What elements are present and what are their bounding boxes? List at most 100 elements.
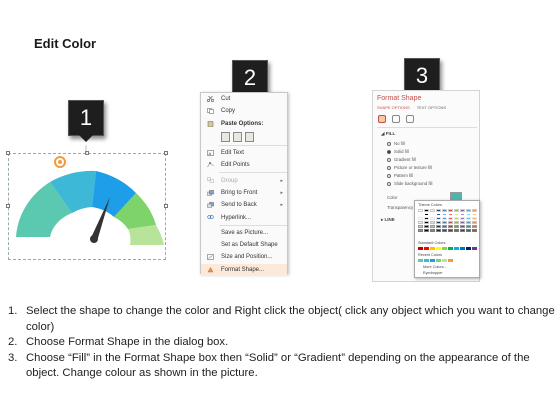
color-swatch[interactable] — [448, 225, 453, 228]
color-swatch[interactable] — [448, 229, 453, 232]
menu-item-edit-text[interactable]: A Edit Text — [201, 147, 287, 159]
radio-pattern-fill[interactable]: Pattern fill — [387, 173, 413, 178]
color-swatch[interactable] — [460, 225, 465, 228]
menu-item-set-default-shape[interactable]: Set as Default Shape — [201, 239, 287, 251]
color-swatch[interactable] — [454, 229, 459, 232]
menu-item-group[interactable]: Group ▸ — [201, 174, 287, 186]
color-swatch[interactable] — [436, 225, 441, 228]
radio-button-selected[interactable] — [387, 149, 391, 154]
color-swatch[interactable] — [430, 225, 435, 228]
fill-color-button[interactable] — [450, 192, 462, 200]
color-swatch[interactable] — [460, 213, 465, 216]
color-swatch[interactable] — [454, 213, 459, 216]
color-swatch[interactable] — [466, 225, 471, 228]
color-swatch[interactable] — [418, 247, 423, 250]
size-properties-icon[interactable] — [406, 115, 414, 123]
menu-item-format-shape[interactable]: Format Shape... — [201, 263, 287, 276]
color-swatch[interactable] — [466, 229, 471, 232]
color-swatch[interactable] — [472, 213, 477, 216]
color-swatch[interactable] — [466, 209, 471, 212]
color-swatch[interactable] — [472, 209, 477, 212]
color-swatch[interactable] — [472, 217, 477, 220]
color-swatch[interactable] — [418, 229, 423, 232]
color-swatch[interactable] — [448, 217, 453, 220]
color-swatch[interactable] — [424, 229, 429, 232]
color-swatch[interactable] — [424, 247, 429, 250]
color-swatch[interactable] — [472, 221, 477, 224]
paste-option-icon[interactable] — [245, 131, 254, 142]
menu-item-size-position[interactable]: Size and Position... — [201, 251, 287, 263]
radio-picture-fill[interactable]: Picture or texture fill — [387, 165, 432, 170]
color-swatch[interactable] — [436, 247, 441, 250]
color-swatch[interactable] — [454, 209, 459, 212]
fill-line-icon[interactable] — [378, 115, 386, 123]
color-swatch[interactable] — [472, 225, 477, 228]
color-swatch[interactable] — [442, 221, 447, 224]
color-swatch[interactable] — [442, 247, 447, 250]
color-swatch[interactable] — [424, 221, 429, 224]
color-swatch[interactable] — [424, 225, 429, 228]
color-swatch[interactable] — [472, 229, 477, 232]
color-swatch[interactable] — [454, 221, 459, 224]
color-swatch[interactable] — [448, 221, 453, 224]
color-swatch[interactable] — [466, 217, 471, 220]
color-swatch[interactable] — [460, 247, 465, 250]
color-swatch[interactable] — [472, 247, 477, 250]
color-swatch[interactable] — [448, 259, 453, 262]
color-swatch[interactable] — [430, 209, 435, 212]
line-section-header[interactable]: ▸ LINE — [381, 217, 395, 223]
menu-item-send-to-back[interactable]: Send to Back ▸ — [201, 199, 287, 211]
color-swatch[interactable] — [430, 229, 435, 232]
color-swatch[interactable] — [418, 221, 423, 224]
paste-option-icon[interactable] — [233, 131, 242, 142]
color-swatch[interactable] — [448, 209, 453, 212]
radio-button[interactable] — [387, 173, 391, 178]
color-swatch[interactable] — [430, 247, 435, 250]
paste-option-icon[interactable] — [221, 131, 230, 142]
radio-slide-background-fill[interactable]: Slide background fill — [387, 181, 432, 186]
color-swatch[interactable] — [460, 221, 465, 224]
radio-no-fill[interactable]: No fill — [387, 141, 405, 146]
menu-item-cut[interactable]: Cut — [201, 93, 287, 105]
color-swatch[interactable] — [418, 209, 423, 212]
color-swatch[interactable] — [424, 259, 429, 262]
eyedropper-link[interactable]: Eyedropper — [423, 271, 443, 275]
color-swatch[interactable] — [466, 221, 471, 224]
menu-item-copy[interactable]: Copy — [201, 105, 287, 117]
tab-shape-options[interactable]: SHAPE OPTIONS — [377, 105, 410, 110]
color-swatch[interactable] — [430, 259, 435, 262]
color-swatch[interactable] — [436, 209, 441, 212]
menu-item-save-as-picture[interactable]: Save as Picture... — [201, 227, 287, 239]
menu-item-hyperlink[interactable]: Hyperlink... — [201, 211, 287, 223]
more-colors-link[interactable]: More Colors... — [423, 265, 447, 269]
color-swatch[interactable] — [460, 217, 465, 220]
radio-button[interactable] — [387, 157, 391, 162]
color-swatch[interactable] — [436, 221, 441, 224]
color-swatch[interactable] — [418, 213, 423, 216]
color-swatch[interactable] — [436, 229, 441, 232]
color-swatch[interactable] — [436, 213, 441, 216]
menu-item-bring-to-front[interactable]: Bring to Front ▸ — [201, 187, 287, 199]
color-swatch[interactable] — [460, 229, 465, 232]
color-swatch[interactable] — [418, 259, 423, 262]
radio-button[interactable] — [387, 181, 391, 186]
color-swatch[interactable] — [418, 217, 423, 220]
color-swatch[interactable] — [424, 217, 429, 220]
gauge-chart[interactable] — [8, 145, 168, 265]
effects-icon[interactable] — [392, 115, 400, 123]
radio-button[interactable] — [387, 165, 391, 170]
fill-section-header[interactable]: ◢ FILL — [381, 131, 395, 137]
color-swatch[interactable] — [442, 217, 447, 220]
radio-gradient-fill[interactable]: Gradient fill — [387, 157, 416, 162]
color-swatch[interactable] — [442, 225, 447, 228]
menu-item-edit-points[interactable]: Edit Points — [201, 159, 287, 171]
color-swatch[interactable] — [448, 213, 453, 216]
color-swatch[interactable] — [436, 217, 441, 220]
color-swatch[interactable] — [424, 209, 429, 212]
tab-text-options[interactable]: TEXT OPTIONS — [417, 105, 446, 110]
radio-button[interactable] — [387, 141, 391, 146]
color-swatch[interactable] — [442, 213, 447, 216]
color-swatch[interactable] — [460, 209, 465, 212]
color-swatch[interactable] — [430, 213, 435, 216]
radio-solid-fill[interactable]: Solid fill — [387, 149, 409, 154]
